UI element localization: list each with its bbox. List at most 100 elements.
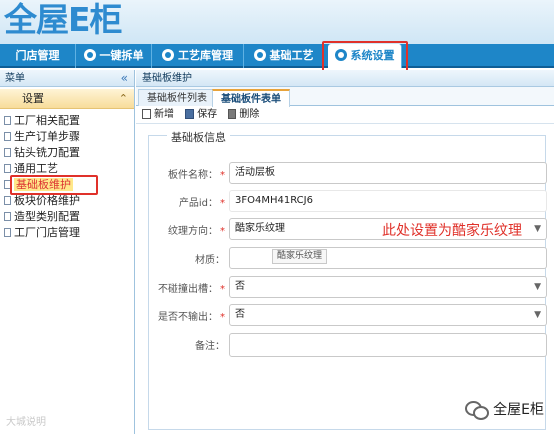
label-text: 纹理方向： bbox=[168, 226, 218, 237]
pen-icon bbox=[162, 49, 174, 61]
field-label: 产品id： * bbox=[179, 194, 225, 209]
new-document-icon bbox=[142, 109, 151, 119]
label-text: 板件名称： bbox=[168, 170, 218, 181]
new-button-label: 新增 bbox=[154, 109, 174, 120]
field-label: 不碰撞出槽： * bbox=[158, 280, 225, 295]
document-icon bbox=[4, 212, 11, 221]
sidebar: 菜单 « 设置 ⌃ 工厂相关配置 生产订单步骤 钻头铣刀配置 通用工艺 基础板维… bbox=[0, 70, 135, 434]
required-marker: * bbox=[220, 284, 225, 295]
sidebar-item-factory-store[interactable]: 工厂门店管理 bbox=[0, 225, 134, 241]
check-circle-icon bbox=[83, 49, 96, 61]
breadcrumb: 基础板维护 bbox=[136, 70, 554, 87]
logo: 全屋E柜 bbox=[4, 0, 123, 39]
row-no-output: 是否不输出： * 否 ▼ bbox=[149, 304, 547, 326]
nav-one-click-split[interactable]: 一键拆单 bbox=[76, 44, 152, 68]
toolbar: 新增 保存 删除 bbox=[136, 106, 554, 124]
top-nav: 门店管理 一键拆单 工艺库管理 基础工艺 系统设置 bbox=[0, 44, 554, 68]
required-marker: * bbox=[220, 226, 225, 237]
field-label: 备注： bbox=[195, 341, 225, 352]
board-name-input[interactable]: 活动层板 bbox=[229, 162, 547, 184]
texture-direction-select[interactable]: 酷家乐纹理 此处设置为酷家乐纹理 ▼ bbox=[229, 218, 547, 240]
required-marker: * bbox=[220, 312, 225, 323]
row-remark: 备注： bbox=[149, 333, 547, 357]
document-icon bbox=[4, 228, 11, 237]
delete-button-label: 删除 bbox=[239, 109, 260, 120]
selected-value: 酷家乐纹理 bbox=[235, 223, 285, 234]
sidebar-header: 菜单 « bbox=[0, 70, 134, 87]
tooltip: 酷家乐纹理 bbox=[272, 249, 328, 264]
tab-board-list[interactable]: 基础板件列表 bbox=[138, 89, 216, 106]
label-text: 是否不输出： bbox=[158, 312, 218, 323]
sidebar-item-label: 造型类别配置 bbox=[14, 210, 80, 223]
watermark: 大城说明 bbox=[6, 417, 46, 428]
highlight-box-base-board bbox=[10, 175, 98, 195]
save-button-label: 保存 bbox=[197, 109, 218, 120]
field-label: 材质： bbox=[195, 255, 225, 266]
annotation-note: 此处设置为酷家乐纹理 bbox=[382, 223, 522, 239]
trash-icon bbox=[228, 109, 237, 119]
delete-button[interactable]: 删除 bbox=[228, 106, 259, 124]
new-button[interactable]: 新增 bbox=[142, 106, 174, 124]
chevron-up-icon[interactable]: ⌃ bbox=[119, 89, 128, 109]
required-marker: * bbox=[220, 198, 225, 209]
sidebar-item-board-price[interactable]: 板块价格维护 bbox=[0, 193, 134, 209]
sidebar-section-settings[interactable]: 设置 ⌃ bbox=[0, 89, 134, 109]
row-board-name: 板件名称： * 活动层板 bbox=[149, 162, 547, 184]
row-no-slot: 不碰撞出槽： * 否 ▼ bbox=[149, 276, 547, 298]
nav-label: 一键拆单 bbox=[99, 49, 144, 62]
field-label: 是否不输出： * bbox=[158, 308, 225, 323]
selected-value: 否 bbox=[235, 309, 245, 320]
no-output-select[interactable]: 否 ▼ bbox=[229, 304, 547, 326]
tab-board-form[interactable]: 基础板件表单 bbox=[212, 89, 290, 107]
nav-craft-library[interactable]: 工艺库管理 bbox=[152, 44, 244, 68]
row-texture-direction: 纹理方向： * 酷家乐纹理 此处设置为酷家乐纹理 ▼ bbox=[149, 218, 547, 240]
sidebar-item-shape-category[interactable]: 造型类别配置 bbox=[0, 209, 134, 225]
chevron-down-icon: ▼ bbox=[534, 310, 541, 320]
chevron-down-icon: ▼ bbox=[534, 282, 541, 292]
sidebar-title: 菜单 bbox=[5, 73, 25, 84]
document-icon bbox=[4, 148, 11, 157]
sidebar-item-order-steps[interactable]: 生产订单步骤 bbox=[0, 129, 134, 145]
save-button[interactable]: 保存 bbox=[185, 106, 217, 124]
no-slot-select[interactable]: 否 ▼ bbox=[229, 276, 547, 298]
form-panel: 基础板信息 板件名称： * 活动层板 产品id： * 3FO4MH41RCJ6 纹理… bbox=[148, 129, 547, 430]
label-text: 产品id： bbox=[178, 198, 218, 209]
label-text: 不碰撞出槽： bbox=[158, 284, 218, 295]
required-marker: * bbox=[220, 170, 225, 181]
document-icon bbox=[4, 196, 11, 205]
nav-basic-craft[interactable]: 基础工艺 bbox=[244, 44, 324, 68]
sidebar-item-drill-config[interactable]: 钻头铣刀配置 bbox=[0, 145, 134, 161]
sidebar-item-label: 板块价格维护 bbox=[14, 194, 80, 207]
document-icon bbox=[4, 164, 11, 173]
product-id-input[interactable]: 3FO4MH41RCJ6 bbox=[229, 190, 547, 212]
form-title: 基础板信息 bbox=[167, 129, 230, 145]
wechat-icon bbox=[465, 401, 490, 420]
sidebar-item-label: 工厂相关配置 bbox=[14, 114, 80, 127]
tab-bar: 基础板件列表 基础板件表单 bbox=[136, 87, 554, 107]
sidebar-item-label: 钻头铣刀配置 bbox=[14, 146, 80, 159]
field-label: 板件名称： * bbox=[168, 166, 225, 181]
document-icon bbox=[4, 116, 11, 125]
header: 全屋E柜 bbox=[0, 0, 554, 44]
sidebar-item-label: 通用工艺 bbox=[14, 162, 58, 175]
collapse-icon[interactable]: « bbox=[121, 70, 128, 87]
nav-label: 基础工艺 bbox=[269, 49, 314, 62]
nav-store-management[interactable]: 门店管理 bbox=[0, 44, 76, 68]
save-icon bbox=[185, 109, 195, 119]
chevron-down-icon: ▼ bbox=[534, 224, 541, 234]
nav-label: 工艺库管理 bbox=[178, 49, 233, 62]
row-product-id: 产品id： * 3FO4MH41RCJ6 bbox=[149, 190, 547, 212]
field-label: 纹理方向： * bbox=[168, 222, 225, 237]
nav-label: 门店管理 bbox=[15, 49, 60, 62]
row-material: 材质： bbox=[149, 247, 547, 269]
remark-textarea[interactable] bbox=[229, 333, 547, 357]
main-content: 基础板维护 基础板件列表 基础板件表单 新增 保存 删除 基础板信息 板件名称：… bbox=[136, 70, 554, 434]
shield-icon bbox=[253, 49, 266, 61]
wechat-watermark: 全屋E柜 bbox=[465, 398, 544, 422]
selected-value: 否 bbox=[235, 281, 245, 292]
sidebar-item-label: 工厂门店管理 bbox=[14, 226, 80, 239]
section-label: 设置 bbox=[22, 92, 44, 105]
sidebar-item-factory-config[interactable]: 工厂相关配置 bbox=[0, 113, 134, 129]
document-icon bbox=[4, 132, 11, 141]
watermark-text: 全屋E柜 bbox=[493, 402, 544, 418]
